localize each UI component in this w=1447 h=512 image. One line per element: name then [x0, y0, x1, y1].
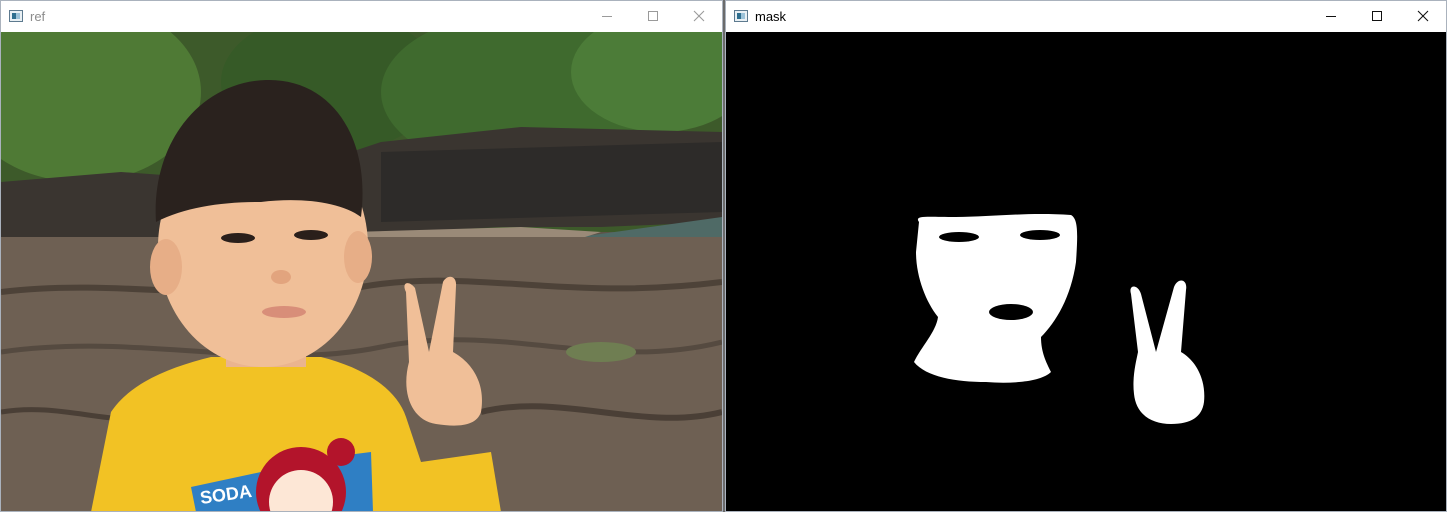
close-button[interactable]	[676, 1, 722, 31]
photo-icon: SODA	[1, 32, 722, 511]
app-icon	[734, 10, 748, 22]
close-icon	[1417, 10, 1429, 22]
mask-shapes	[914, 214, 1205, 424]
mask-window: mask	[725, 0, 1447, 512]
app-icon	[9, 10, 23, 22]
mask-titlebar[interactable]: mask	[726, 1, 1446, 31]
mask-image	[726, 32, 1446, 511]
face-mask-region	[914, 214, 1078, 383]
minimize-button[interactable]	[584, 1, 630, 31]
maximize-icon	[1372, 11, 1382, 21]
minimize-icon	[1326, 16, 1336, 17]
ref-titlebar[interactable]: ref	[1, 1, 722, 31]
maximize-button[interactable]	[1354, 1, 1400, 31]
ref-window: ref SODA	[0, 0, 723, 512]
close-button[interactable]	[1400, 1, 1446, 31]
window-title: ref	[30, 8, 46, 24]
window-title: mask	[755, 8, 787, 24]
maximize-icon	[648, 11, 658, 21]
minimize-button[interactable]	[1308, 1, 1354, 31]
close-icon	[693, 10, 705, 22]
maximize-button[interactable]	[630, 1, 676, 31]
hand-mask-region	[1130, 280, 1205, 424]
ref-image: SODA	[1, 32, 722, 511]
minimize-icon	[602, 16, 612, 17]
